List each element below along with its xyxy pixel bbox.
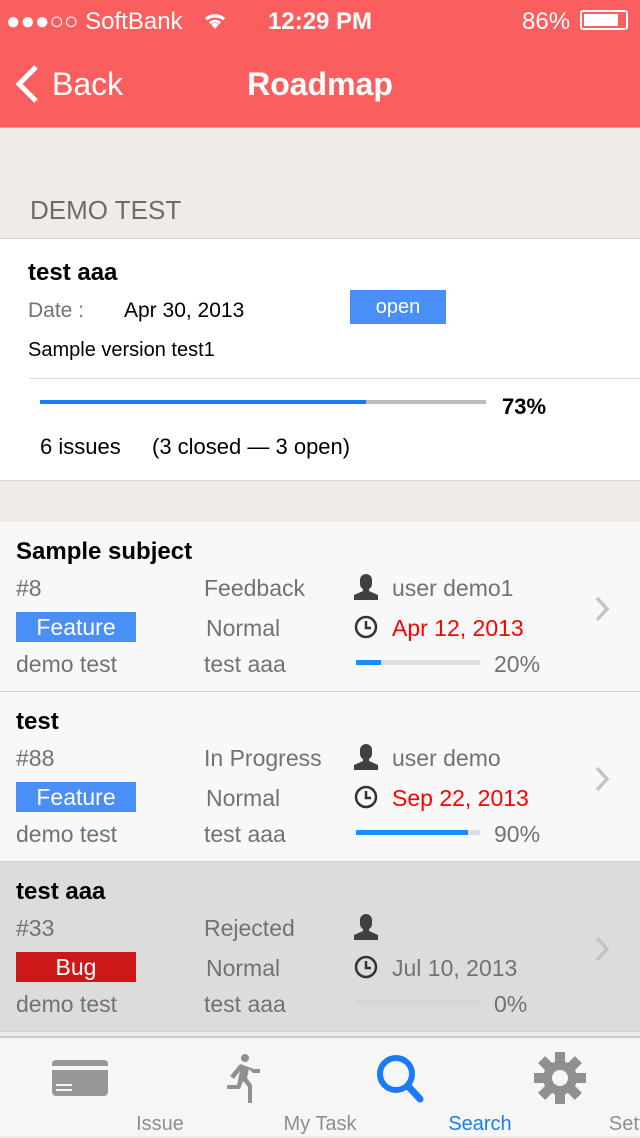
user-icon [354,744,378,770]
tracker-badge: Feature [16,612,136,642]
user-icon [354,574,378,600]
issue-id: #88 [16,745,55,771]
tab-my-task[interactable]: My Task [160,1038,356,1138]
issue-subject: Sample subject [16,538,193,565]
issue-due-date: Sep 22, 2013 [392,785,529,811]
version-date: Apr 30, 2013 [124,299,245,322]
issue-version: test aaa [204,651,286,677]
version-progress-bar [40,400,486,404]
version-name: test aaa [28,259,118,286]
issue-progress-label: 90% [494,821,541,847]
date-label: Date : [28,299,85,322]
issue-row[interactable]: test aaa #33 Rejected Bug Normal Jul 10,… [0,862,640,1032]
issue-progress-label: 0% [494,991,528,1017]
carrier: ●●●○○ SoftBank [6,8,183,35]
clock: 12:29 PM [268,8,373,35]
nav-bar: Back Roadmap [0,40,640,128]
chevron-right-icon [595,936,610,962]
status-badge: open [350,290,446,324]
tracker-badge: Feature [16,782,136,812]
issue-count: 6 issues [40,434,121,459]
issue-version: test aaa [204,991,286,1017]
issue-priority: Normal [206,615,281,641]
issue-progress-label: 20% [494,651,541,677]
issue-id: #8 [16,575,42,601]
page-title: Roadmap [247,66,393,102]
version-card: test aaa Date : Apr 30, 2013 open Sample… [0,238,640,481]
search-icon [377,1055,424,1103]
chevron-right-icon [595,596,610,622]
clock-icon [354,615,378,639]
issue-progress-bar [356,1000,480,1005]
issue-assignee: user demo [392,745,501,771]
issue-id: #33 [16,915,55,941]
issue-project: demo test [16,821,117,847]
issue-assignee: user demo1 [392,575,514,601]
issue-project: demo test [16,991,117,1017]
issue-project: demo test [16,651,117,677]
wifi-icon [205,14,225,29]
gear-icon [534,1052,586,1104]
issue-priority: Normal [206,955,281,981]
issue-subject: test [16,708,59,735]
status-bar: ●●●○○ SoftBank 12:29 PM 86% [0,0,640,40]
card-icon [52,1060,108,1096]
issue-progress-bar [356,830,480,835]
issue-status: In Progress [204,745,322,771]
tab-search[interactable]: Search [320,1038,512,1138]
battery-percent: 86% [522,8,571,35]
running-man-icon [227,1054,260,1103]
clock-icon [354,785,378,809]
issue-subject: test aaa [16,878,106,905]
divider [30,378,640,379]
version-progress-label: 73% [502,394,547,419]
tracker-badge: Bug [16,952,136,982]
issue-due-date: Jul 10, 2013 [392,955,518,981]
tab-issue[interactable]: Issue [0,1038,184,1138]
issue-breakdown: (3 closed — 3 open) [152,434,351,459]
tab-bar: Issue My Task Search Setting [0,1036,640,1136]
issue-version: test aaa [204,821,286,847]
battery-icon [580,10,628,30]
issue-due-date: Apr 12, 2013 [392,615,524,641]
project-header: DEMO TEST [30,195,182,225]
version-description: Sample version test1 [28,339,215,361]
issue-progress-bar [356,660,480,665]
chevron-right-icon [595,766,610,792]
issue-priority: Normal [206,785,281,811]
issue-row[interactable]: test #88 In Progress user demo Feature N… [0,692,640,862]
tab-setting[interactable]: Setting [480,1038,640,1138]
user-icon [354,914,378,940]
issue-status: Feedback [204,575,306,601]
tab-label: Setting [608,1113,640,1135]
issue-row[interactable]: Sample subject #8 Feedback user demo1 Fe… [0,522,640,692]
clock-icon [354,955,378,979]
issue-status: Rejected [204,915,295,941]
